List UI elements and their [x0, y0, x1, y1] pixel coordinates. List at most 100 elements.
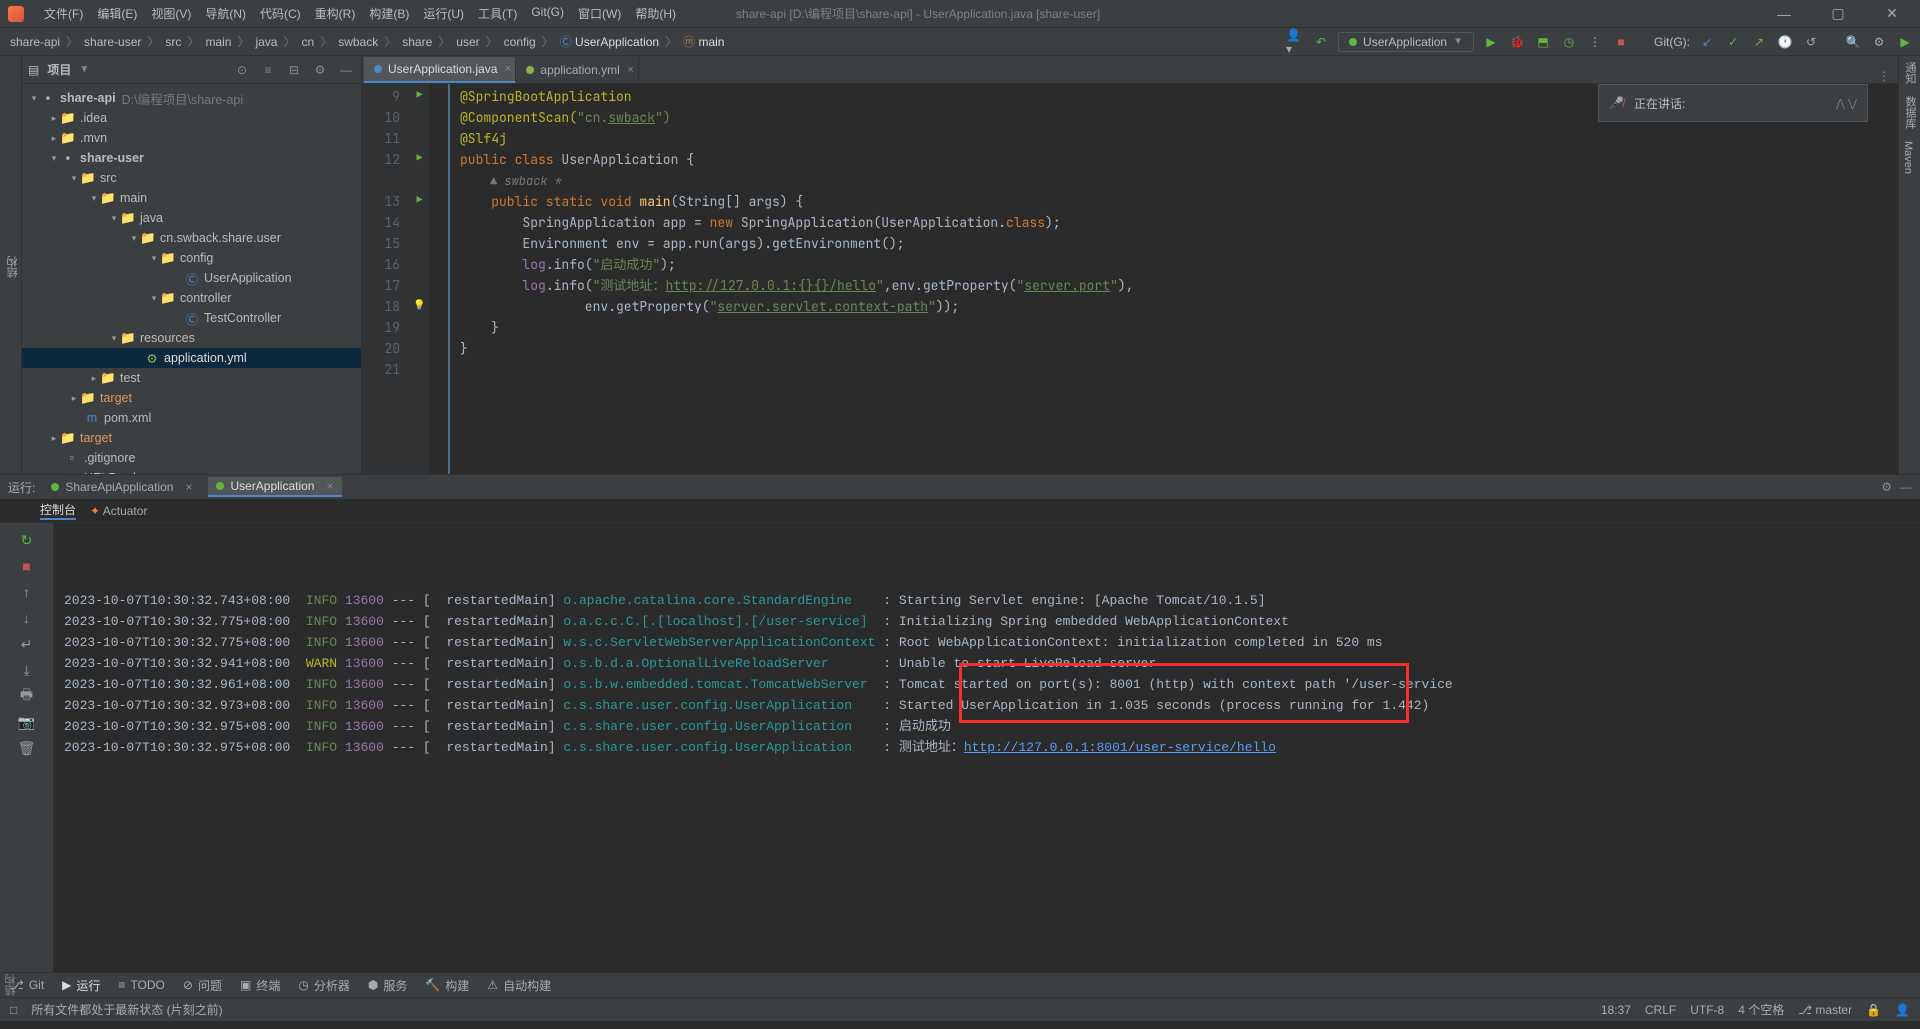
menu-item[interactable]: 帮助(H) [629, 3, 682, 24]
scroll-icon[interactable]: ⤓ [0, 657, 53, 683]
breadcrumb-item[interactable]: java [251, 33, 281, 51]
coverage-button[interactable]: ⬒ [1534, 33, 1552, 51]
minimize-button[interactable]: — [1764, 6, 1804, 22]
services-tool[interactable]: ⬢ 服务 [368, 977, 408, 994]
tree-target-outer[interactable]: target [80, 431, 112, 445]
print-icon[interactable]: 🖶 [0, 683, 53, 709]
run-configuration-select[interactable]: UserApplication ▼ [1338, 32, 1474, 52]
run-hide-icon[interactable]: — [1900, 480, 1912, 494]
status-branch[interactable]: ⎇ master [1798, 1003, 1852, 1017]
tree-target-inner[interactable]: target [100, 391, 132, 405]
profiler-tool[interactable]: ◷ 分析器 [298, 977, 350, 994]
editor-body[interactable]: 9101112131415161718192021 ▶▶ ▶ 💡 @Spring… [362, 84, 1898, 474]
git-pull-icon[interactable]: ↙ [1698, 33, 1716, 51]
console-output[interactable]: 2023-10-07T10:30:32.743+08:00 INFO 13600… [54, 523, 1920, 972]
tab-user-application[interactable]: UserApplication.java × [364, 57, 516, 83]
git-commit-icon[interactable]: ✓ [1724, 33, 1742, 51]
close-button[interactable]: ✕ [1872, 5, 1912, 22]
status-lock-icon[interactable]: 🔒 [1866, 1003, 1881, 1017]
microphone-icon[interactable]: 🎤̸ [1609, 96, 1624, 110]
status-icon[interactable]: □ [10, 1003, 17, 1017]
down-icon[interactable]: ↓ [0, 605, 53, 631]
status-encoding[interactable]: UTF-8 [1690, 1003, 1724, 1017]
breadcrumb-item[interactable]: swback [334, 33, 382, 51]
status-indent[interactable]: 4 个空格 [1738, 1001, 1784, 1018]
rail-item[interactable]: Maven [1899, 135, 1917, 180]
git-push-icon[interactable]: ↗ [1750, 33, 1768, 51]
close-icon[interactable]: × [505, 63, 511, 75]
run-tab-userapplication[interactable]: UserApplication× [208, 477, 341, 497]
rail-item[interactable]: 结构 [5, 250, 21, 284]
expand-popup-icon[interactable]: ⋁ [1848, 98, 1857, 110]
tree-application-yml[interactable]: application.yml [164, 351, 247, 365]
tree-main[interactable]: main [120, 191, 147, 205]
tab-overflow-icon[interactable]: ⋮ [1870, 69, 1898, 83]
status-user-icon[interactable]: 👤 [1895, 1003, 1910, 1017]
breadcrumb-item[interactable]: share-user [80, 33, 145, 51]
menu-item[interactable]: 编辑(E) [91, 3, 143, 24]
tree-config[interactable]: config [180, 251, 213, 265]
menu-item[interactable]: 窗口(W) [572, 3, 627, 24]
breadcrumb-item[interactable]: share-api [6, 33, 64, 51]
problems-tool[interactable]: ⊘ 问题 [183, 977, 222, 994]
menu-item[interactable]: Git(G) [525, 3, 570, 24]
profiler-button[interactable]: ◷ [1560, 33, 1578, 51]
user-icon[interactable]: 👤▾ [1286, 33, 1304, 51]
tree-java[interactable]: java [140, 211, 163, 225]
code-area[interactable]: @SpringBootApplication @ComponentScan("c… [430, 84, 1898, 474]
close-icon[interactable]: × [627, 64, 633, 76]
tree-pkg[interactable]: cn.swback.share.user [160, 231, 281, 245]
menu-item[interactable]: 运行(U) [417, 3, 470, 24]
tree-test-controller[interactable]: TestController [204, 311, 281, 325]
git-history-icon[interactable]: 🕐 [1776, 33, 1794, 51]
tree-test[interactable]: test [120, 371, 140, 385]
select-opened-icon[interactable]: ⊙ [233, 63, 251, 77]
menu-item[interactable]: 重构(R) [309, 3, 362, 24]
breadcrumb-item[interactable]: ⓜ main [679, 31, 728, 52]
more-run-icon[interactable]: ⋮ [1586, 33, 1604, 51]
build-tool[interactable]: 🔨 构建 [425, 977, 469, 994]
tree-share-user[interactable]: share-user [80, 151, 144, 165]
tree-idea[interactable]: .idea [80, 111, 107, 125]
tree-gitignore[interactable]: .gitignore [84, 451, 135, 465]
tree-user-application[interactable]: UserApplication [204, 271, 292, 285]
breadcrumb-item[interactable]: user [452, 33, 483, 51]
gear-icon[interactable]: ⚙ [311, 63, 329, 77]
stop-icon[interactable]: ■ [0, 553, 53, 579]
collapse-all-icon[interactable]: ⊟ [285, 63, 303, 77]
breadcrumb-item[interactable]: cn [298, 33, 319, 51]
tree-controller[interactable]: controller [180, 291, 231, 305]
menu-item[interactable]: 构建(B) [363, 3, 415, 24]
run-tab-shareapi[interactable]: ShareApiApplication× [43, 478, 200, 496]
breadcrumb-item[interactable]: share [398, 33, 436, 51]
subtab-console[interactable]: 控制台 [40, 501, 76, 520]
todo-tool[interactable]: ≡ TODO [118, 978, 164, 992]
maximize-button[interactable]: ▢ [1818, 5, 1858, 22]
clear-icon[interactable]: 🗑 [0, 735, 53, 761]
rail-item[interactable]: 通知 [1899, 56, 1920, 90]
tree-resources[interactable]: resources [140, 331, 195, 345]
menu-item[interactable]: 视图(V) [145, 3, 197, 24]
autobuild-tool[interactable]: ⚠ 自动构建 [487, 977, 551, 994]
search-icon[interactable]: 🔍 [1844, 33, 1862, 51]
tree-mvn[interactable]: .mvn [80, 131, 107, 145]
minimize-popup-icon[interactable]: ⋀ [1836, 98, 1845, 110]
breadcrumb-item[interactable]: src [161, 33, 185, 51]
run-settings-icon[interactable]: ⚙ [1881, 480, 1892, 494]
settings-icon[interactable]: ⚙ [1870, 33, 1888, 51]
status-crlf[interactable]: CRLF [1645, 1003, 1676, 1017]
menu-item[interactable]: 代码(C) [254, 3, 307, 24]
tab-application-yml[interactable]: application.yml × [516, 57, 638, 83]
git-rollback-icon[interactable]: ↺ [1802, 33, 1820, 51]
tree-root[interactable]: share-api [60, 91, 116, 105]
menu-item[interactable]: 文件(F) [38, 3, 89, 24]
menu-item[interactable]: 工具(T) [472, 3, 523, 24]
stop-button[interactable]: ■ [1612, 33, 1630, 51]
run-button[interactable]: ▶ [1482, 33, 1500, 51]
debug-button[interactable]: 🐞 [1508, 33, 1526, 51]
subtab-actuator[interactable]: ✦ Actuator [90, 504, 147, 518]
expand-all-icon[interactable]: ≡ [259, 63, 277, 77]
rerun-icon[interactable]: ↻ [0, 527, 53, 553]
breadcrumb-item[interactable]: Ⓒ UserApplication [556, 31, 663, 52]
menu-item[interactable]: 导航(N) [199, 3, 252, 24]
